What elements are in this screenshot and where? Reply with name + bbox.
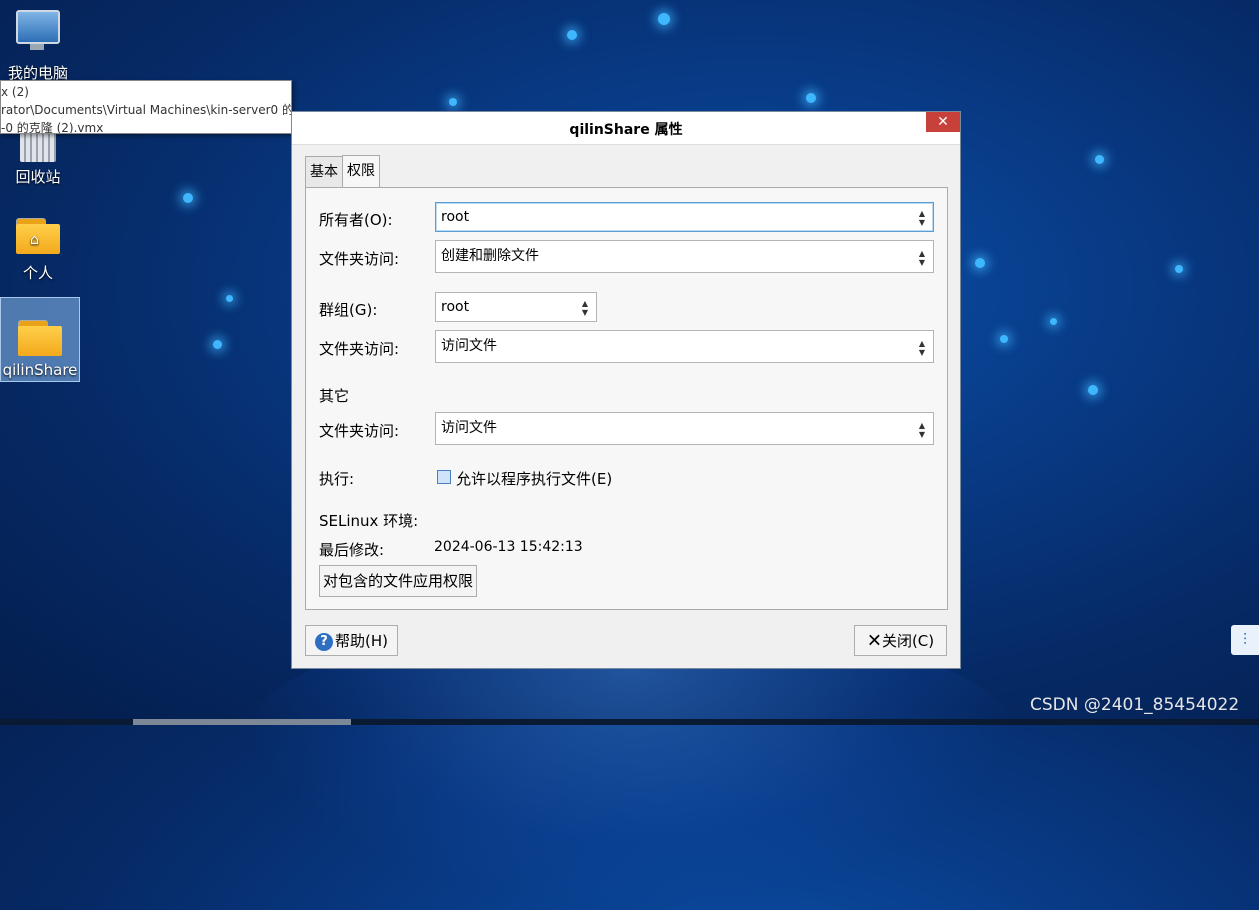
light-dot [975,258,985,268]
taskbar [0,719,1259,725]
light-dot [1095,155,1104,164]
close-icon: ✕ [866,630,882,652]
other-heading: 其它 [319,387,350,405]
light-dot [449,98,457,106]
other-access-label: 文件夹访问: [319,422,400,440]
help-button-label: 帮助(H) [335,632,388,650]
close-button[interactable]: ✕关闭(C) [854,625,947,656]
help-button[interactable]: ? 帮助(H) [305,625,398,656]
assistant-widget-icon[interactable]: ⫶ [1231,625,1259,655]
tooltip-line: rator\Documents\Virtual Machines\kin-ser… [1,103,292,117]
folder-icon [18,320,62,356]
spin-arrows-icon: ▲ ▼ [918,421,925,439]
group-select[interactable]: root ▲ ▼ [435,292,597,322]
other-access-select[interactable]: 访问文件 ▲ ▼ [435,412,934,445]
spin-arrows-icon: ▲ ▼ [918,249,925,267]
execute-checkbox[interactable] [437,470,451,484]
desktop-icon-label: qilinShare [2,361,78,379]
close-icon[interactable]: ✕ [926,112,960,132]
spin-arrows-icon: ▲ ▼ [918,209,925,227]
computer-icon [16,10,60,50]
owner-access-select[interactable]: 创建和删除文件 ▲ ▼ [435,240,934,273]
watermark: CSDN @2401_85454022 [1030,695,1240,715]
group-label: 群组(G): [319,301,378,319]
light-dot [1175,265,1183,273]
selinux-label: SELinux 环境: [319,512,419,530]
close-button-label: 关闭(C) [881,632,935,650]
light-dot [567,30,577,40]
owner-access-value: 创建和删除文件 [441,248,539,264]
owner-label: 所有者(O): [319,211,393,229]
tab-basic[interactable]: 基本 [305,156,343,187]
tooltip-line: x (2) [1,85,29,99]
tooltip-line: -0 的克隆 (2).vmx [1,121,104,134]
light-dot [658,13,670,25]
permissions-panel: 所有者(O): root ▲ ▼ 文件夹访问: 创建和删除文件 ▲ ▼ 群组(G):… [305,187,948,610]
other-access-value: 访问文件 [441,420,497,436]
light-dot [183,193,193,203]
group-access-value: 访问文件 [441,338,497,354]
modified-value: 2024-06-13 15:42:13 [434,539,583,555]
home-folder-icon: ⌂ [16,218,60,254]
desktop-icon-recycle-bin[interactable]: 回收站 [0,128,78,187]
desktop-icon-label: 回收站 [15,168,61,186]
light-dot [1050,318,1057,325]
dialog-title: qilinShare 属性 [569,122,683,138]
desktop-icon-my-computer[interactable]: 我的电脑 [0,10,78,83]
execute-label: 执行: [319,470,355,488]
dialog-titlebar[interactable]: qilinShare 属性 ✕ [292,112,960,145]
tab-bar: 基本 权限 [305,155,380,187]
modified-label: 最后修改: [319,541,385,559]
file-tooltip: x (2) rator\Documents\Virtual Machines\k… [0,80,292,134]
owner-value: root [441,209,470,225]
execute-checkbox-label[interactable]: 允许以程序执行文件(E) [456,468,612,489]
group-access-select[interactable]: 访问文件 ▲ ▼ [435,330,934,363]
spin-arrows-icon: ▲ ▼ [581,299,588,317]
owner-access-label: 文件夹访问: [319,250,400,268]
group-value: root [441,299,470,315]
spin-arrows-icon: ▲ ▼ [918,339,925,357]
group-access-label: 文件夹访问: [319,340,400,358]
owner-select[interactable]: root ▲ ▼ [435,202,934,232]
apply-to-contents-button[interactable]: 对包含的文件应用权限 [319,565,477,597]
light-dot [806,93,816,103]
tab-permissions[interactable]: 权限 [342,155,380,187]
light-dot [226,295,233,302]
desktop-icon-label: 个人 [22,264,53,282]
light-dot [1000,335,1008,343]
taskbar-active-item[interactable] [133,719,351,725]
light-dot [213,340,222,349]
light-dot [1088,385,1098,395]
help-icon: ? [315,632,333,651]
desktop-icon-home[interactable]: ⌂ 个人 [0,218,78,283]
properties-dialog: qilinShare 属性 ✕ 基本 权限 所有者(O): root ▲ ▼ 文件夹… [291,111,961,669]
desktop-icon-qilinshare[interactable]: qilinShare [0,297,80,382]
